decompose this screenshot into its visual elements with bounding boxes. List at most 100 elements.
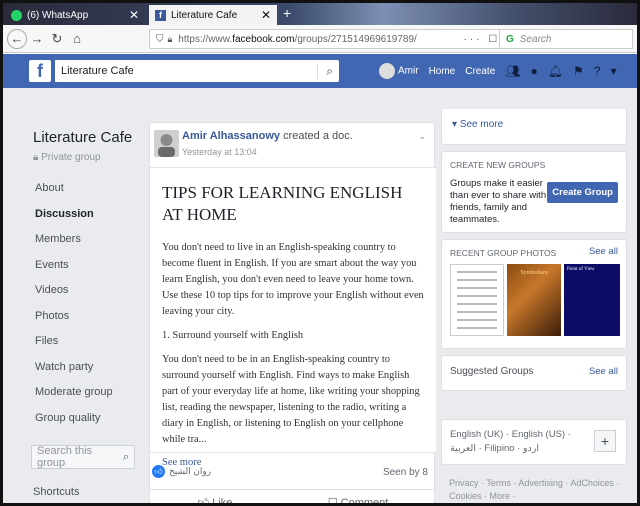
group-search-placeholder: Search this group: [37, 445, 93, 469]
search-placeholder: Search: [519, 33, 552, 45]
footer-links[interactable]: Privacy · Terms · Advertising · AdChoice…: [449, 477, 629, 503]
create-link[interactable]: Create: [465, 66, 495, 77]
facebook-icon: f: [155, 9, 166, 21]
author-avatar[interactable]: [154, 130, 179, 157]
messenger-icon[interactable]: ●: [531, 64, 538, 78]
create-groups-card: CREATE NEW GROUPS Groups make it easier …: [441, 151, 627, 233]
recent-photos-card: RECENT GROUP PHOTOS See all Symbolism Po…: [441, 239, 627, 349]
thumbs-up-icon: 👍︎: [197, 497, 213, 506]
photo-thumbnail[interactable]: Symbolism: [507, 264, 561, 336]
photo-caption: Point of View: [567, 267, 595, 272]
navigation-bar: ← → ↻ ⌂ ⛉ 🔒︎ https://www. facebook.com/gr…: [3, 25, 637, 53]
photo-caption: Symbolism: [520, 270, 548, 276]
group-privacy: 🔒︎ Private group: [33, 152, 101, 163]
facebook-logo[interactable]: f: [29, 60, 51, 82]
doc-title: TIPS FOR LEARNING ENGLISH AT HOME: [162, 183, 403, 224]
close-tab-icon[interactable]: ✕: [261, 8, 271, 22]
tab-label: (6) WhatsApp: [27, 9, 89, 21]
doc-preview[interactable]: TIPS FOR LEARNING ENGLISH AT HOME You do…: [150, 167, 436, 468]
group-nav-about[interactable]: About: [31, 175, 141, 201]
group-nav-photos[interactable]: Photos: [31, 303, 141, 329]
group-nav-videos[interactable]: Videos: [31, 277, 141, 303]
url-domain: facebook.com: [232, 33, 295, 45]
reactions[interactable]: 👍︎ روان الشيخ: [152, 465, 211, 478]
post-header: Amir Alhassanowy created a doc.: [182, 130, 353, 142]
seen-by[interactable]: Seen by 8: [383, 467, 428, 478]
search-icon[interactable]: ⌕: [123, 451, 129, 464]
friends-icon[interactable]: 👥︎: [505, 64, 520, 78]
close-tab-icon[interactable]: ✕: [129, 8, 139, 22]
create-groups-text: Groups make it easier than ever to share…: [450, 178, 547, 225]
see-all-photos-link[interactable]: See all: [589, 246, 618, 257]
comment-button[interactable]: ☐ Comment: [327, 496, 389, 506]
home-icon[interactable]: ⌂: [67, 31, 87, 46]
group-nav-members[interactable]: Members: [31, 226, 141, 252]
shortcuts-label: Shortcuts: [33, 486, 80, 498]
tab-literature-cafe[interactable]: f Literature Cafe ✕: [149, 5, 277, 25]
forward-icon[interactable]: →: [27, 31, 47, 46]
post-actions: 👍︎ Like ☐ Comment: [150, 489, 436, 506]
help-icon[interactable]: ?: [594, 64, 601, 78]
search-engine-icon: G: [506, 33, 514, 45]
profile-link[interactable]: Amir: [379, 63, 419, 79]
chevron-down-icon[interactable]: ⌄: [418, 131, 426, 142]
see-all-groups-link[interactable]: See all: [589, 366, 618, 377]
group-search-input[interactable]: Search this group ⌕: [31, 445, 135, 469]
home-link[interactable]: Home: [429, 66, 456, 77]
like-button[interactable]: 👍︎ Like: [197, 496, 233, 506]
facebook-header: f Literature Cafe ⌕ Amir Home Create 👥︎ …: [3, 54, 637, 88]
community-icon[interactable]: ⚑: [573, 64, 584, 78]
post-action: created a doc.: [280, 130, 353, 142]
group-nav-events[interactable]: Events: [31, 252, 141, 278]
lock-icon: 🔒︎: [33, 152, 42, 163]
facebook-search-value: Literature Cafe: [61, 65, 134, 77]
back-icon[interactable]: ←: [7, 28, 27, 49]
group-nav-discussion[interactable]: Discussion: [31, 201, 141, 227]
group-privacy-label: Private group: [41, 152, 101, 163]
group-nav-files[interactable]: Files: [31, 328, 141, 354]
author-name[interactable]: Amir Alhassanowy: [182, 130, 280, 142]
language-list[interactable]: English (UK) · English (US) · العربية · …: [450, 428, 590, 456]
url-path: /groups/271514969619789/: [294, 33, 417, 45]
see-more-card: ▾ See more: [441, 109, 627, 145]
group-nav-moderate-group[interactable]: Moderate group: [31, 379, 141, 405]
group-nav-watch-party[interactable]: Watch party: [31, 354, 141, 380]
chevron-down-icon[interactable]: ▾: [610, 64, 616, 78]
see-more-link[interactable]: See more: [460, 119, 503, 130]
photo-thumbnail[interactable]: Point of View: [564, 264, 620, 336]
browser-window: (6) WhatsApp ✕ f Literature Cafe ✕ + ← →…: [0, 0, 640, 506]
url-bar[interactable]: ⛉ 🔒︎ https://www. facebook.com/groups/271…: [149, 29, 525, 49]
post-card: Amir Alhassanowy created a doc. Yesterda…: [149, 122, 436, 506]
card-title: CREATE NEW GROUPS: [450, 160, 546, 170]
doc-paragraph: You don't need to live in an English-spe…: [162, 242, 424, 317]
facebook-search-input[interactable]: Literature Cafe ⌕: [55, 60, 339, 82]
add-language-button[interactable]: +: [594, 430, 616, 452]
group-name[interactable]: Literature Cafe: [33, 129, 132, 146]
doc-paragraph: You don't need to be in an English-speak…: [162, 354, 420, 445]
tab-bar: (6) WhatsApp ✕ f Literature Cafe ✕ +: [3, 3, 637, 25]
notifications-icon[interactable]: 🔔︎: [548, 64, 563, 78]
doc-paragraph: 1. Surround yourself with English: [162, 330, 304, 341]
browser-search-input[interactable]: G Search: [499, 29, 633, 49]
create-group-button[interactable]: Create Group: [547, 182, 618, 203]
search-icon[interactable]: ⌕: [317, 63, 333, 79]
languages-card: English (UK) · English (US) · العربية · …: [441, 419, 627, 465]
reload-icon[interactable]: ↻: [47, 31, 67, 47]
new-tab-icon[interactable]: +: [283, 5, 291, 21]
chevron-down-icon: ▾: [452, 119, 460, 130]
user-name: Amir: [398, 65, 419, 77]
suggested-groups-card: Suggested Groups See all: [441, 355, 627, 391]
lock-icon: 🔒︎: [167, 33, 173, 44]
group-nav: About Discussion Members Events Videos P…: [31, 175, 141, 430]
like-icon: 👍︎: [152, 465, 165, 478]
photo-thumbnail[interactable]: [450, 264, 504, 336]
shield-icon: ⛉: [156, 33, 164, 45]
avatar: [379, 63, 395, 79]
post-time[interactable]: Yesterday at 13:04: [182, 147, 257, 157]
tab-whatsapp[interactable]: (6) WhatsApp ✕: [5, 5, 145, 25]
like-label: Like: [212, 497, 233, 506]
group-nav-group-quality[interactable]: Group quality: [31, 405, 141, 431]
comment-icon: ☐: [327, 497, 341, 506]
whatsapp-icon: [11, 9, 22, 21]
url-prefix: https://www.: [178, 33, 233, 45]
